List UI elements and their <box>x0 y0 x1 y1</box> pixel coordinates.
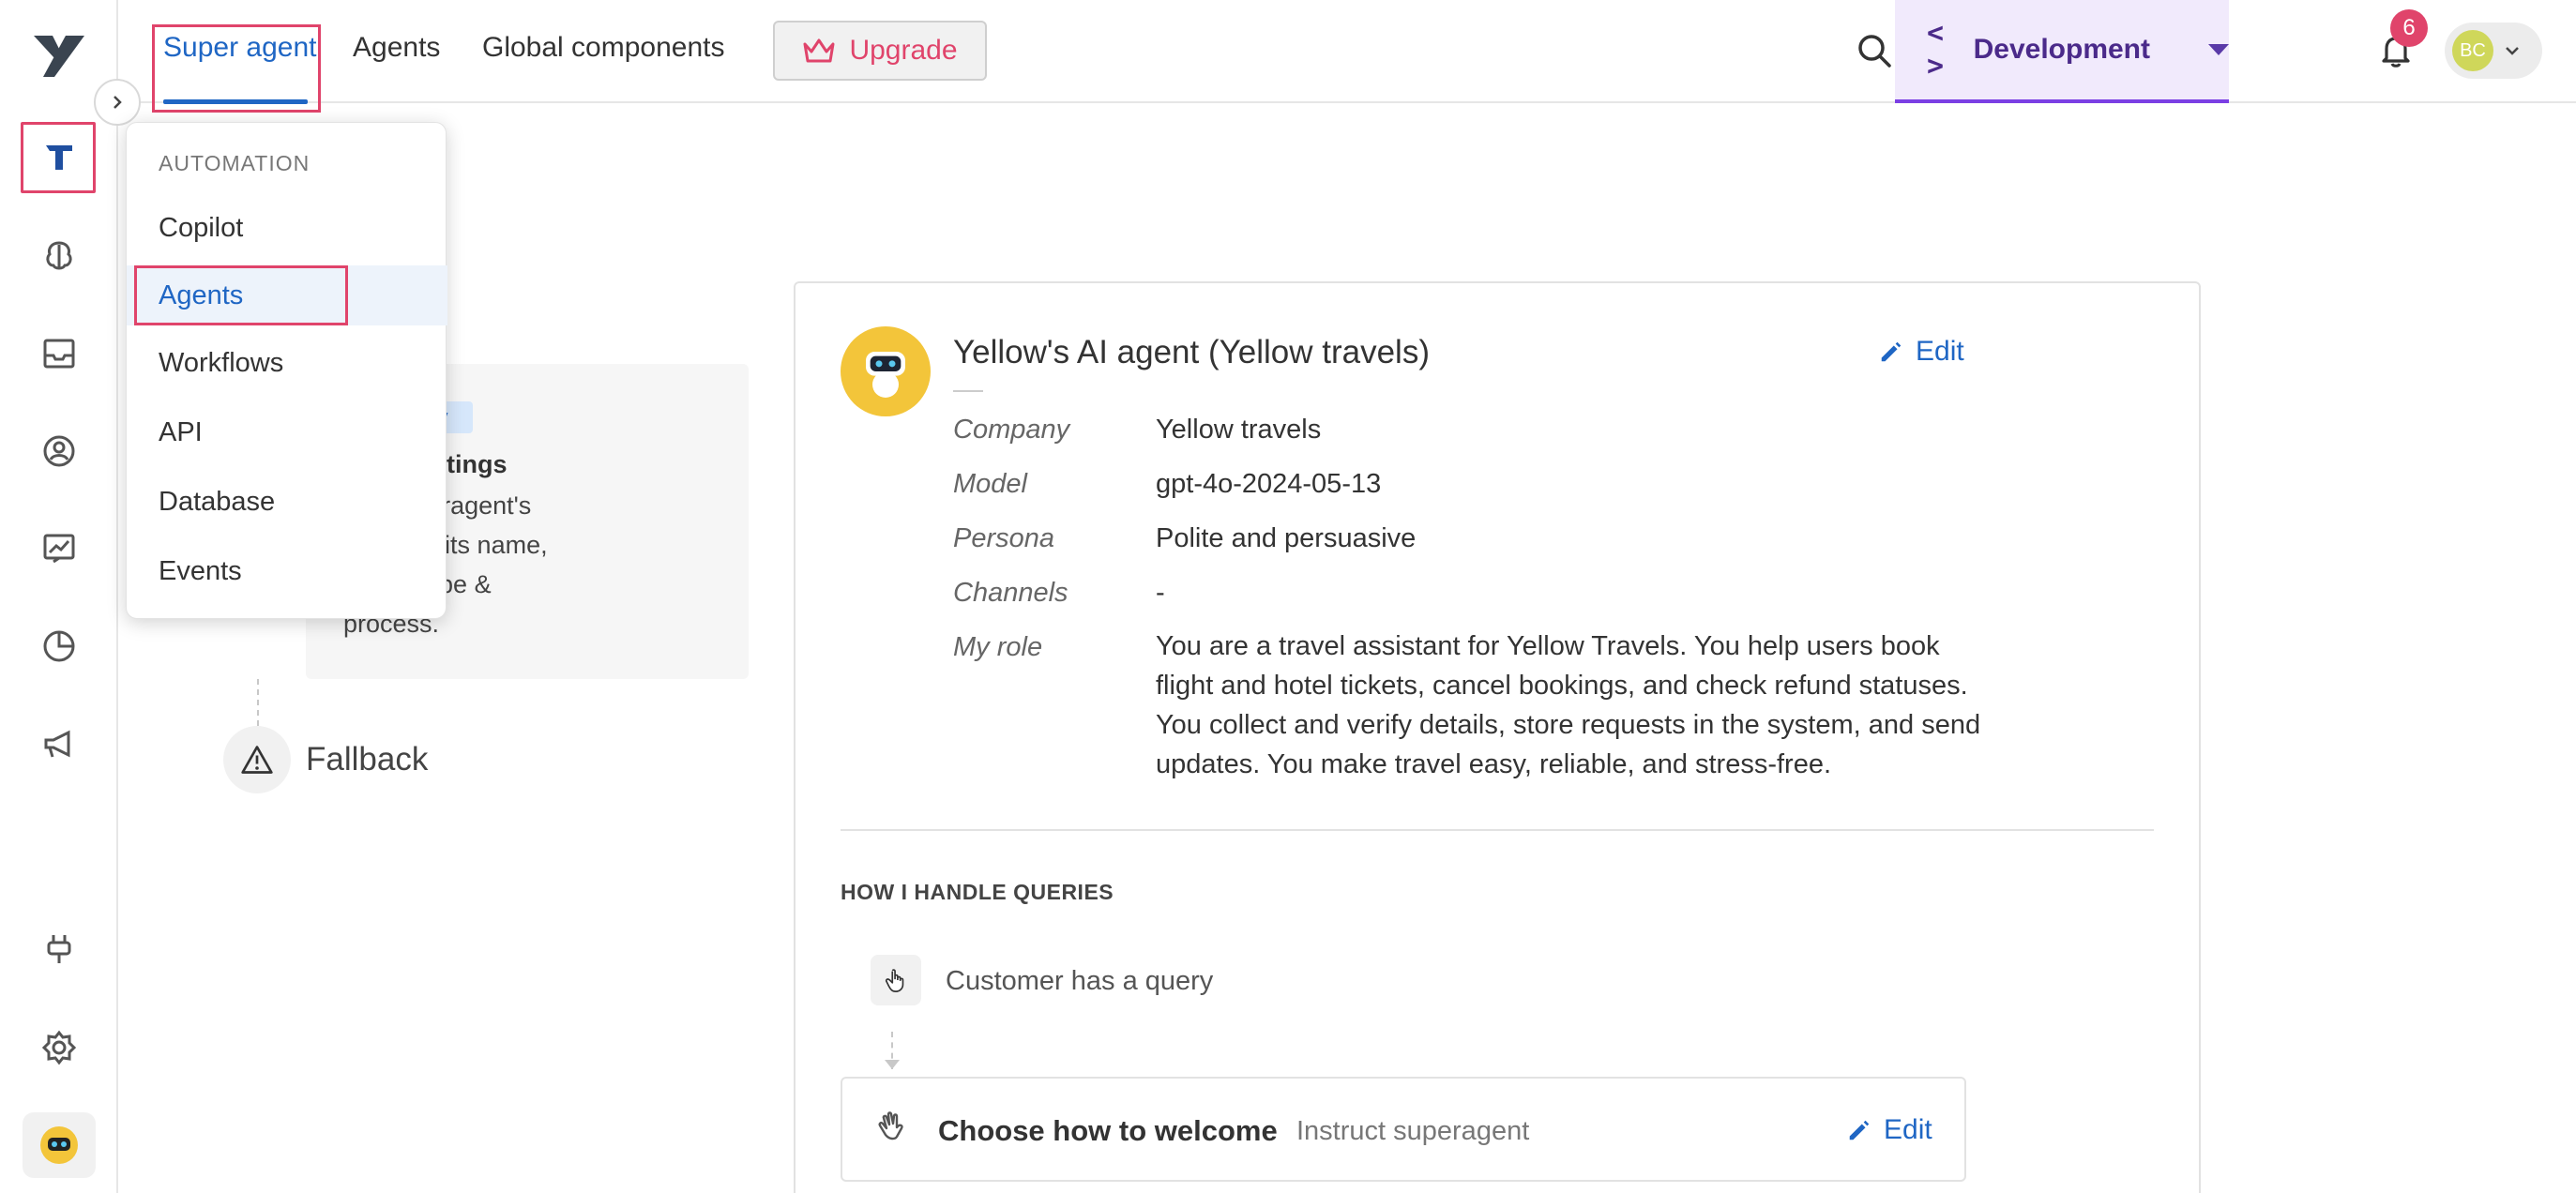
analytics-icon[interactable] <box>36 525 83 572</box>
chevron-right-icon <box>114 96 122 109</box>
field-label-role: My role <box>953 632 1043 662</box>
contacts-icon[interactable] <box>36 428 83 475</box>
user-menu[interactable]: BC <box>2445 23 2542 79</box>
left-rail <box>0 0 118 1193</box>
brain-icon[interactable] <box>36 233 83 279</box>
search-icon[interactable] <box>1854 30 1895 71</box>
edit-welcome-button[interactable]: Edit <box>1846 1114 1932 1146</box>
chevron-down-icon <box>2208 44 2229 55</box>
settings-icon[interactable] <box>36 1024 83 1071</box>
flow-arrow-icon <box>885 1060 900 1069</box>
menu-item-workflows[interactable]: Workflows <box>127 333 447 393</box>
field-label-model: Model <box>953 469 1027 499</box>
bot-avatar-icon[interactable] <box>23 1112 96 1178</box>
field-value-company: Yellow travels <box>1156 415 1322 445</box>
edit-label: Edit <box>1884 1114 1932 1145</box>
field-value-model: gpt-4o-2024-05-13 <box>1156 469 1382 499</box>
reports-icon[interactable] <box>36 623 83 670</box>
agent-name: Yellow's AI agent (Yellow travels) <box>953 334 1430 370</box>
field-value-role: You are a travel assistant for Yellow Tr… <box>1156 631 1981 779</box>
upgrade-button[interactable]: Upgrade <box>773 21 987 81</box>
queries-section-title: HOW I HANDLE QUERIES <box>841 880 1114 904</box>
edit-label: Edit <box>1916 336 1964 367</box>
title-rule <box>953 390 983 392</box>
menu-selection-highlight <box>134 265 348 325</box>
edit-profile-button[interactable]: Edit <box>1878 336 1964 368</box>
tab-super-agent[interactable]: Super agent <box>163 32 316 64</box>
tab-global-components[interactable]: Global components <box>482 32 725 64</box>
field-label-company: Company <box>953 415 1070 445</box>
crown-icon <box>803 38 835 63</box>
pencil-icon <box>1849 1120 1870 1140</box>
field-label-channels: Channels <box>953 578 1068 608</box>
menu-item-copilot[interactable]: Copilot <box>127 198 447 258</box>
avatar: BC <box>2452 30 2493 71</box>
agent-avatar <box>841 326 931 416</box>
fallback-step[interactable]: Fallback <box>306 741 428 778</box>
robot-icon <box>866 352 905 398</box>
warning-icon <box>223 726 291 793</box>
expand-sidebar-button[interactable] <box>94 79 141 126</box>
section-divider <box>841 829 2154 831</box>
environment-label: Development <box>1973 34 2150 65</box>
welcome-step-title: Choose how to welcome <box>938 1114 1278 1147</box>
environment-switcher[interactable]: < > Development <box>1895 0 2229 103</box>
brand-logo-icon[interactable] <box>32 30 86 79</box>
upgrade-label: Upgrade <box>849 35 958 66</box>
code-icon: < > <box>1927 17 1945 83</box>
integrations-icon[interactable] <box>36 927 83 974</box>
pencil-icon <box>1881 341 1902 362</box>
chevron-down-icon <box>2506 47 2519 55</box>
tab-agents[interactable]: Agents <box>353 32 440 64</box>
menu-item-events[interactable]: Events <box>127 541 447 601</box>
wave-hand-icon <box>874 1107 912 1149</box>
superagent-icon[interactable] <box>36 133 83 180</box>
field-value-persona: Polite and persuasive <box>1156 523 1417 553</box>
notification-badge: 6 <box>2390 9 2428 47</box>
menu-section-title: AUTOMATION <box>159 151 311 175</box>
field-value-channels: - <box>1156 578 1165 608</box>
query-trigger-label: Customer has a query <box>946 966 1214 996</box>
campaigns-icon[interactable] <box>36 720 83 767</box>
automation-menu: AUTOMATION Copilot Agents Workflows API … <box>126 122 447 619</box>
field-label-persona: Persona <box>953 523 1055 553</box>
timeline-connector <box>257 679 259 726</box>
inbox-icon[interactable] <box>36 330 83 377</box>
menu-item-database[interactable]: Database <box>127 472 447 532</box>
cursor-hand-icon <box>871 955 921 1005</box>
menu-item-api[interactable]: API <box>127 402 447 462</box>
welcome-step-subtitle: Instruct superagent <box>1296 1116 1530 1146</box>
active-tab-underline <box>163 99 308 104</box>
